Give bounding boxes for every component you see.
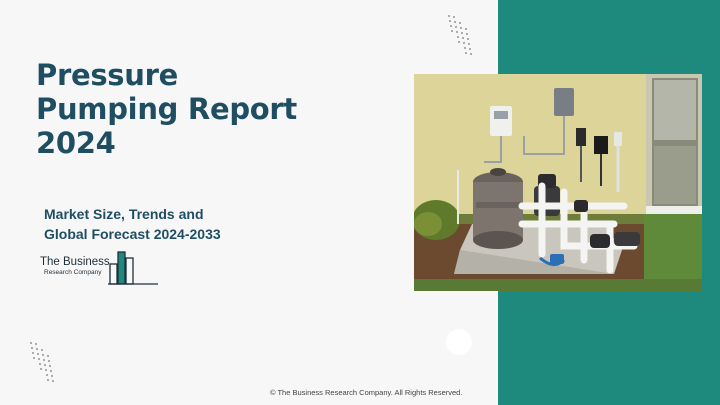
company-logo: The Business Research Company bbox=[40, 246, 160, 286]
title-line-2: Pumping Report bbox=[36, 92, 297, 126]
logo-bars-icon bbox=[108, 251, 158, 285]
copyright-text: © The Business Research Company. All Rig… bbox=[270, 388, 463, 397]
pool-pump-equipment-photo bbox=[414, 74, 702, 291]
decorative-circle bbox=[446, 329, 472, 355]
dot-pattern-top bbox=[448, 15, 472, 55]
report-title: Pressure Pumping Report 2024 bbox=[36, 58, 366, 160]
report-subtitle: Market Size, Trends and Global Forecast … bbox=[44, 204, 304, 244]
title-line-1: Pressure bbox=[36, 58, 178, 92]
dot-pattern-bottom bbox=[30, 342, 54, 382]
logo-line-1: The Business bbox=[40, 256, 110, 268]
logo-line-2: Research Company bbox=[44, 269, 102, 276]
subtitle-line-1: Market Size, Trends and bbox=[44, 206, 204, 222]
subtitle-line-2: Global Forecast 2024-2033 bbox=[44, 226, 221, 242]
title-line-3: 2024 bbox=[36, 126, 116, 160]
